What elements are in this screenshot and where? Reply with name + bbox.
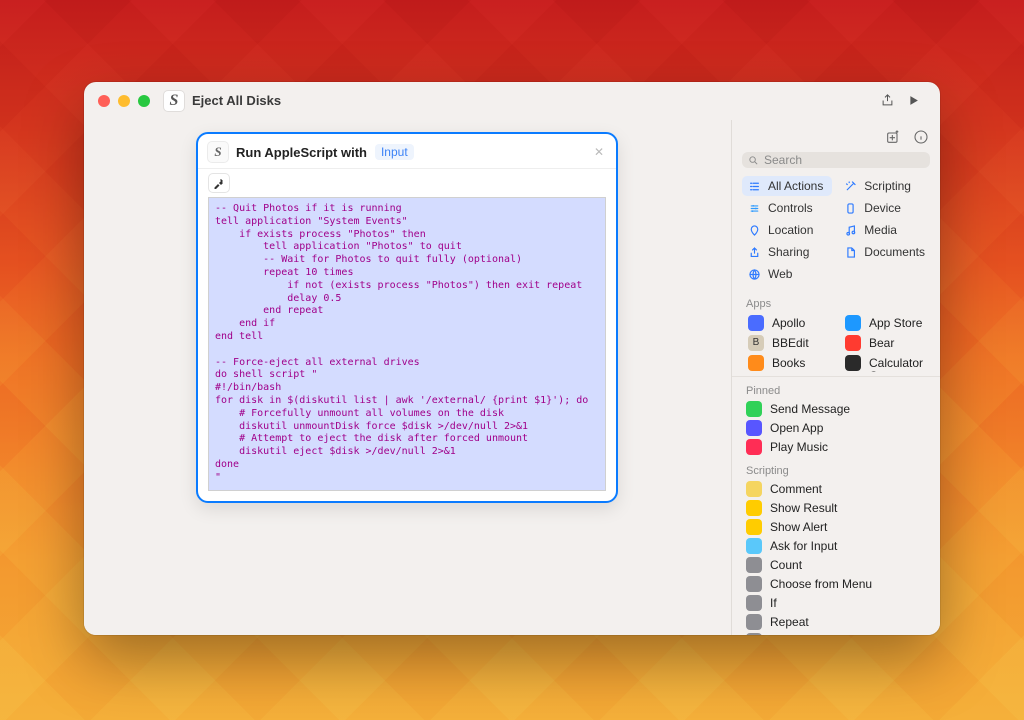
app-bear[interactable]: Bear <box>839 333 930 352</box>
category-scripting[interactable]: Scripting <box>838 176 930 196</box>
app-icon <box>746 538 762 554</box>
share-button[interactable] <box>874 88 900 114</box>
category-web[interactable]: Web <box>742 264 832 284</box>
applescript-icon: S <box>208 142 228 162</box>
category-device[interactable]: Device <box>838 198 930 218</box>
app-icon <box>746 481 762 497</box>
info-button[interactable] <box>912 128 930 146</box>
globe-icon <box>747 267 761 281</box>
window-title: Eject All Disks <box>192 93 281 108</box>
scripting-choose-from-menu[interactable]: Choose from Menu <box>740 575 932 594</box>
scripting-ask-for-input[interactable]: Ask for Input <box>740 537 932 556</box>
scripting-count[interactable]: Count <box>740 556 932 575</box>
category-controls[interactable]: Controls <box>742 198 832 218</box>
category-all-actions[interactable]: All Actions <box>742 176 832 196</box>
input-token[interactable]: Input <box>375 144 414 160</box>
workflow-canvas[interactable]: S Run AppleScript with Input ✕ -- Quit P… <box>84 120 732 635</box>
category-sharing[interactable]: Sharing <box>742 242 832 262</box>
pinned-send-message[interactable]: Send Message <box>740 400 932 419</box>
app-icon <box>845 315 861 331</box>
doc-icon <box>843 245 857 259</box>
pinned-open-app[interactable]: Open App <box>740 419 932 438</box>
app-icon: B <box>748 335 764 351</box>
app-icon <box>746 557 762 573</box>
app-icon <box>748 315 764 331</box>
category-documents[interactable]: Documents <box>838 242 930 262</box>
compile-button[interactable] <box>208 173 230 193</box>
scripting-repeat[interactable]: Repeat <box>740 613 932 632</box>
search-icon <box>748 155 759 166</box>
search-placeholder: Search <box>764 153 802 167</box>
pinned-play-music[interactable]: Play Music <box>740 438 932 457</box>
app-apollo[interactable]: Apollo <box>742 313 833 332</box>
category-media[interactable]: Media <box>838 220 930 240</box>
script-editor[interactable]: -- Quit Photos if it is running tell app… <box>208 197 606 491</box>
app-icon <box>746 595 762 611</box>
action-header: S Run AppleScript with Input ✕ <box>198 134 616 169</box>
scripting-show-alert[interactable]: Show Alert <box>740 518 932 537</box>
phone-icon <box>843 201 857 215</box>
app-app-store[interactable]: App Store <box>839 313 930 332</box>
run-button[interactable] <box>900 88 926 114</box>
remove-action-button[interactable]: ✕ <box>594 145 604 159</box>
traffic-lights <box>98 95 150 107</box>
app-icon <box>746 576 762 592</box>
app-icon <box>746 401 762 417</box>
scripting-header: Scripting <box>732 457 940 480</box>
share-icon <box>747 245 761 259</box>
note-icon <box>843 223 857 237</box>
app-bbedit[interactable]: BBBEdit <box>742 333 833 352</box>
library-add-button[interactable] <box>884 128 902 146</box>
titlebar: S Eject All Disks <box>84 82 940 120</box>
app-icon <box>746 633 762 635</box>
close-window-button[interactable] <box>98 95 110 107</box>
app-books[interactable]: Books <box>742 353 833 372</box>
app-icon <box>845 335 861 351</box>
app-icon <box>748 355 764 371</box>
minimize-window-button[interactable] <box>118 95 130 107</box>
app-icon <box>845 355 861 371</box>
library-plus-icon <box>885 129 901 145</box>
app-icon <box>746 614 762 630</box>
pinned-header: Pinned <box>732 381 940 400</box>
scripting-if[interactable]: If <box>740 594 932 613</box>
app-icon <box>746 420 762 436</box>
scripting-show-result[interactable]: Show Result <box>740 499 932 518</box>
run-applescript-action[interactable]: S Run AppleScript with Input ✕ -- Quit P… <box>196 132 618 503</box>
library-sidebar: Search All Actions Scripting Controls Devic… <box>732 120 940 635</box>
hammer-icon <box>213 177 225 189</box>
app-icon <box>746 519 762 535</box>
info-icon <box>913 129 929 145</box>
list-icon <box>747 179 761 193</box>
app-icon <box>746 439 762 455</box>
category-location[interactable]: Location <box>742 220 832 240</box>
app-icon <box>746 500 762 516</box>
automator-window: S Eject All Disks S Run AppleScript with… <box>84 82 940 635</box>
search-field[interactable]: Search <box>742 152 930 168</box>
sliders-icon <box>747 201 761 215</box>
zoom-window-button[interactable] <box>138 95 150 107</box>
app-icon: S <box>164 91 184 111</box>
apps-header: Apps <box>732 290 940 313</box>
wand-icon <box>843 179 857 193</box>
action-title: Run AppleScript with <box>236 145 367 160</box>
share-icon <box>880 93 895 108</box>
scripting-comment[interactable]: Comment <box>740 480 932 499</box>
scripting-repeat-with-each[interactable]: Repeat with Each <box>740 632 932 635</box>
pin-icon <box>747 223 761 237</box>
play-icon <box>906 93 921 108</box>
